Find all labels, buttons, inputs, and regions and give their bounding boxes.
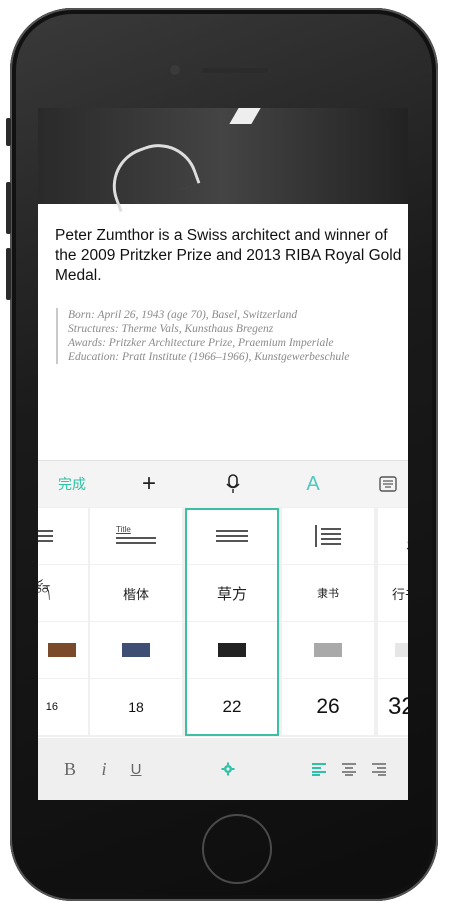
bold-button[interactable]: B	[56, 738, 84, 800]
font-style-button[interactable]: A	[288, 461, 338, 507]
font-cell-2[interactable]: 楷体	[90, 565, 182, 621]
editor-toolbar: 完成 + A	[38, 460, 408, 507]
size-cell-2[interactable]: 18	[90, 679, 182, 735]
volume-down-button[interactable]	[6, 248, 11, 300]
align-lines-icon	[38, 527, 53, 545]
earpiece-speaker	[202, 68, 268, 73]
color-swatch	[314, 643, 342, 657]
photo-hand	[101, 132, 201, 213]
size-cell-5[interactable]: 32	[378, 679, 408, 735]
microphone-icon	[226, 474, 240, 493]
meta-born: Born: April 26, 1943 (age 70), Basel, Sw…	[68, 309, 298, 321]
indent-icon	[315, 525, 341, 548]
meta-awards: Awards: Pritzker Architecture Prize, Pra…	[68, 337, 334, 349]
color-swatch	[395, 643, 408, 657]
size-cell-1[interactable]: 16	[38, 679, 88, 735]
keyboard-icon	[379, 476, 397, 492]
paragraph-lines-icon	[216, 527, 248, 545]
align-center-button[interactable]	[336, 738, 362, 800]
done-button[interactable]: 完成	[42, 461, 102, 507]
font-cell-4[interactable]: 隶书	[282, 565, 374, 621]
font-cell-3[interactable]: 草方	[186, 565, 278, 621]
size-cell-4[interactable]: 26	[282, 679, 374, 735]
align-left-button[interactable]	[306, 738, 332, 800]
style-title-cell[interactable]: Title	[90, 508, 182, 564]
quote-icon: ,,	[407, 519, 409, 553]
article-intro[interactable]: Peter Zumthor is a Swiss architect and w…	[55, 226, 405, 286]
align-left-icon	[312, 763, 326, 776]
color-swatch	[122, 643, 150, 657]
color-cell-5[interactable]	[378, 622, 408, 678]
color-cell-4[interactable]	[282, 622, 374, 678]
underline-button[interactable]: U	[122, 738, 150, 800]
gear-icon	[221, 762, 235, 776]
front-camera	[170, 65, 180, 75]
color-cell-3[interactable]	[186, 622, 278, 678]
size-cell-3[interactable]: 22	[186, 679, 278, 735]
align-center-icon	[342, 763, 356, 776]
meta-education: Education: Pratt Institute (1966–1966), …	[68, 351, 350, 363]
home-button[interactable]	[202, 814, 272, 884]
align-right-icon	[372, 763, 386, 776]
keyboard-button[interactable]	[368, 461, 408, 507]
color-cell-2[interactable]	[90, 622, 182, 678]
volume-up-button[interactable]	[6, 182, 11, 234]
color-swatch	[218, 643, 246, 657]
meta-structures: Structures: Therme Vals, Kunsthaus Brege…	[68, 323, 274, 335]
mute-switch[interactable]	[6, 118, 11, 146]
settings-button[interactable]	[210, 738, 246, 800]
style-indent-cell[interactable]	[282, 508, 374, 564]
title-style-label: Title	[116, 525, 131, 534]
article-meta[interactable]: Born: April 26, 1943 (age 70), Basel, Sw…	[56, 308, 408, 364]
align-right-button[interactable]	[366, 738, 392, 800]
add-button[interactable]: +	[124, 461, 174, 507]
article-photo	[38, 108, 408, 213]
style-paragraph-cell[interactable]	[186, 508, 278, 564]
color-swatch	[48, 643, 76, 657]
photo-detail	[229, 108, 261, 124]
format-bar: B i U	[38, 738, 408, 800]
style-grid: Title ,, ཙོན 楷体 草方 隶书 行书 16 18	[38, 507, 408, 737]
mic-button[interactable]	[208, 461, 258, 507]
font-cell-5[interactable]: 行书	[378, 565, 408, 621]
italic-button[interactable]: i	[90, 738, 118, 800]
screen: Peter Zumthor is a Swiss architect and w…	[38, 108, 408, 800]
title-lines-icon	[116, 537, 156, 544]
style-quote-cell[interactable]: ,,	[378, 508, 408, 564]
font-cell-1[interactable]: ཙོན	[38, 565, 88, 621]
style-body-cell[interactable]	[38, 508, 88, 564]
color-cell-1[interactable]	[38, 622, 88, 678]
